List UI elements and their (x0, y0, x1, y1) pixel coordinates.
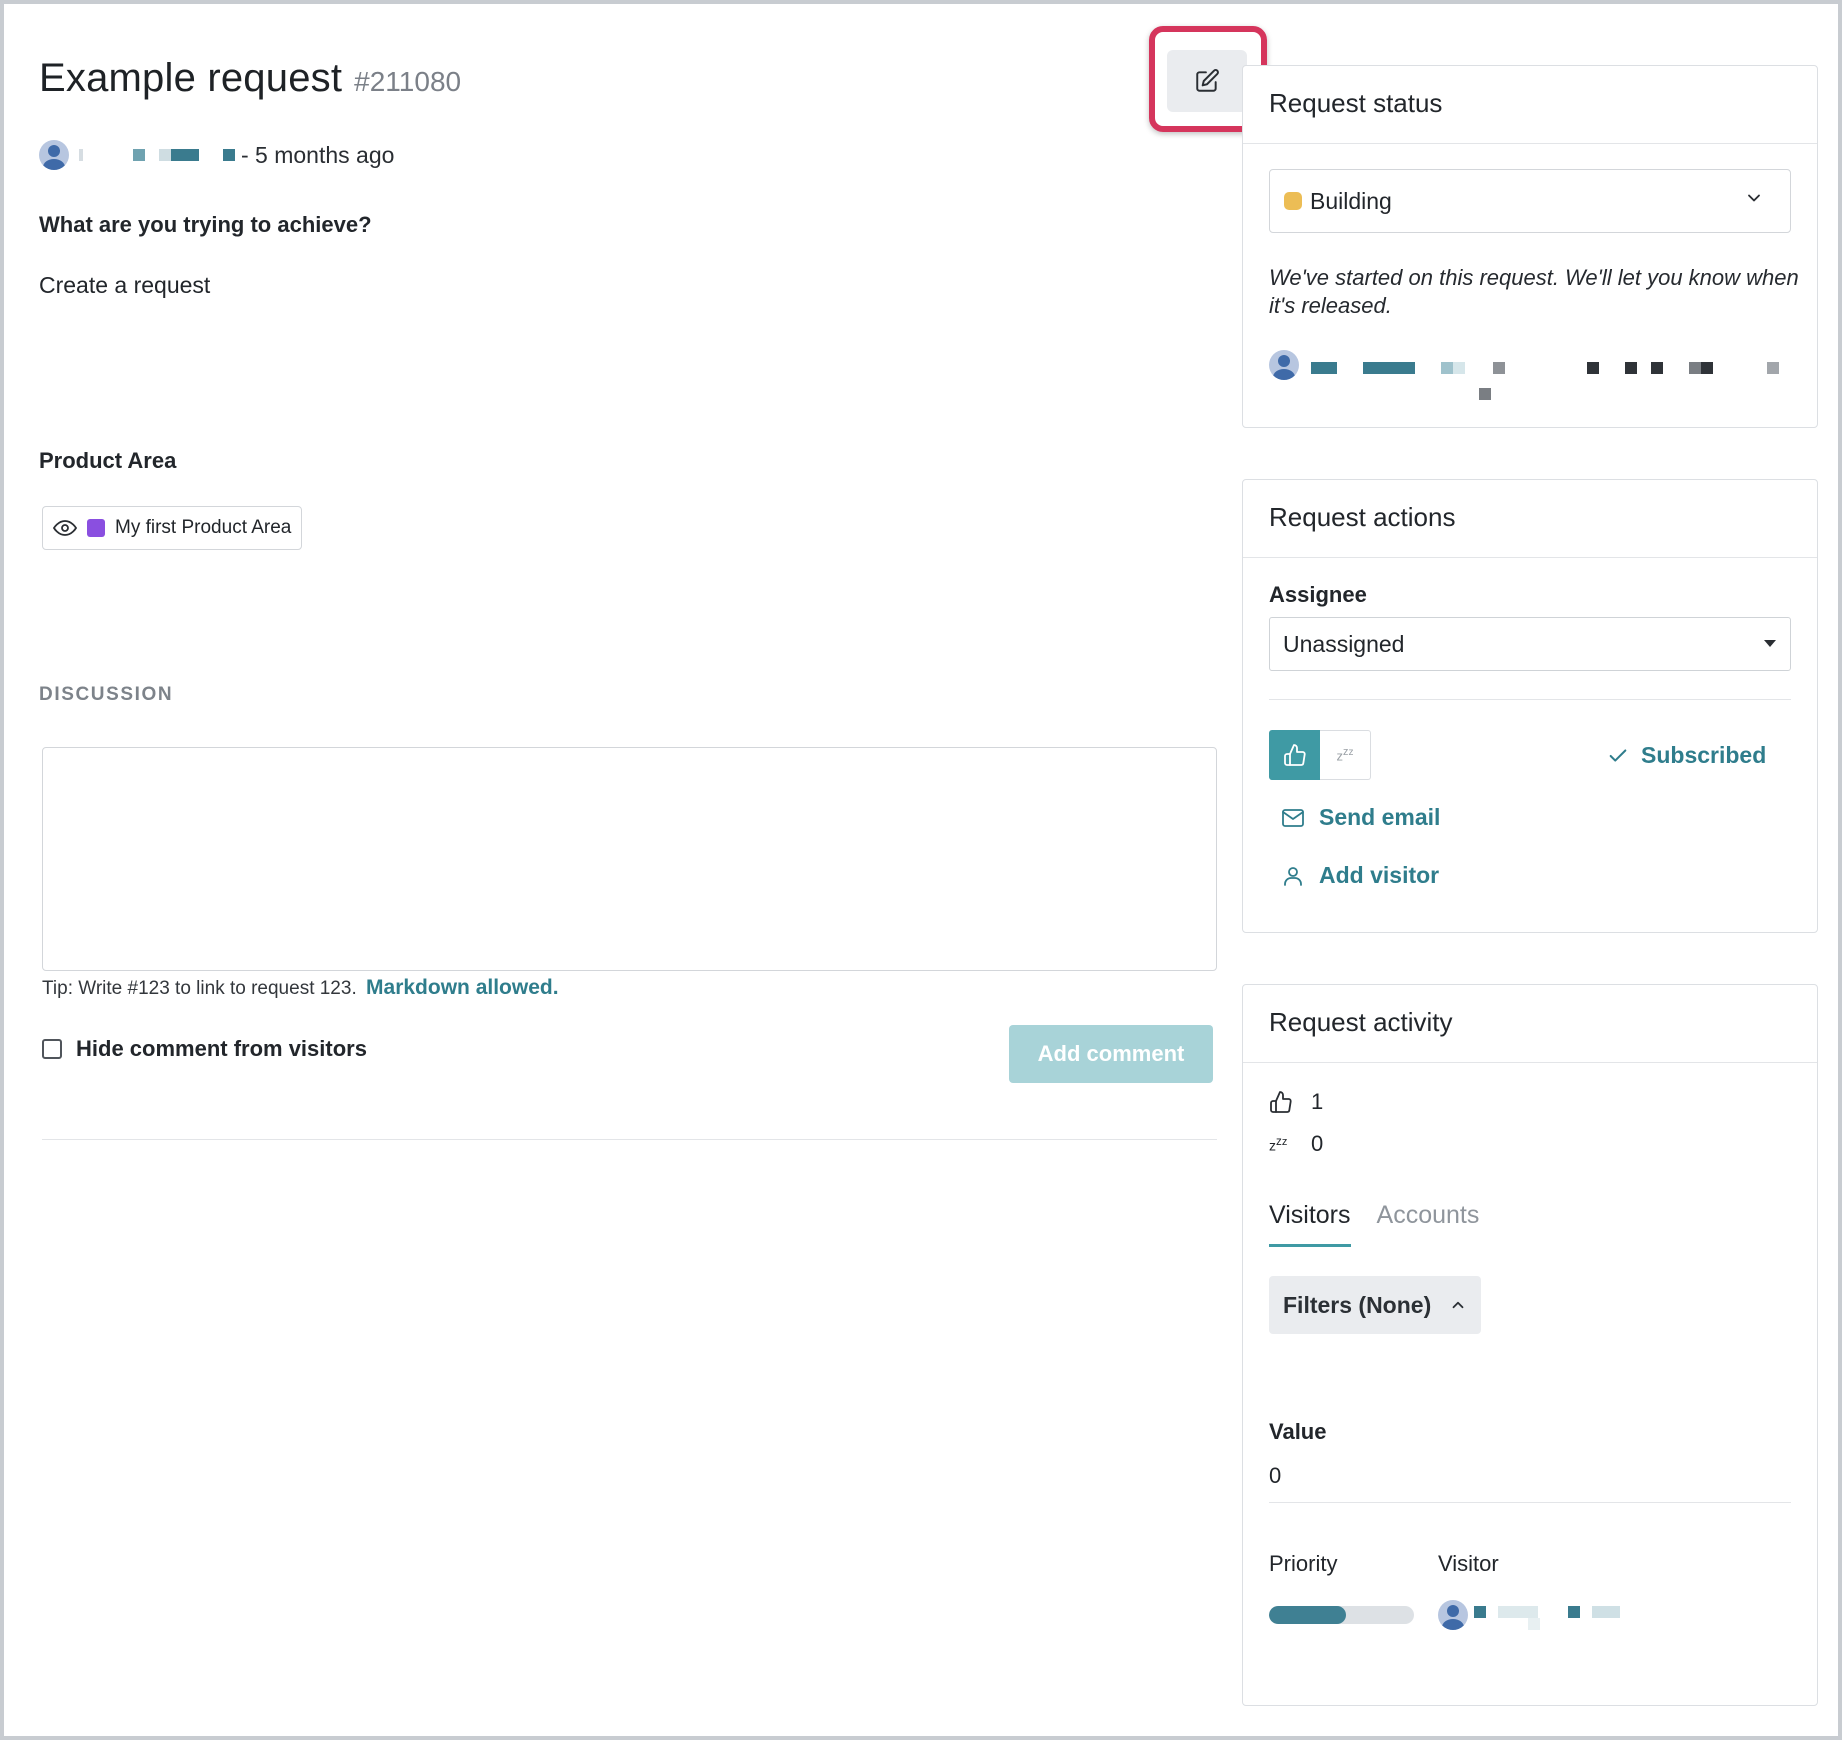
divider (1269, 699, 1791, 700)
filters-label: Filters (None) (1283, 1291, 1432, 1318)
eye-icon (53, 520, 77, 536)
divider (1269, 1502, 1791, 1503)
actions-card-title: Request actions (1243, 480, 1817, 558)
divider (42, 1139, 1217, 1140)
edit-request-button[interactable] (1167, 50, 1247, 112)
product-area-chip[interactable]: My first Product Area (42, 506, 303, 550)
page-title: Example request (39, 56, 343, 100)
request-actions-card: Request actions Assignee Unassigned zzz … (1242, 479, 1818, 933)
request-status-card: Request status Building We've started on… (1242, 65, 1818, 428)
status-value: Building (1310, 187, 1392, 214)
markdown-link[interactable]: Markdown allowed. (366, 976, 559, 999)
add-visitor-label: Add visitor (1319, 862, 1440, 888)
page: Example request #211080 - 5 months ago W… (4, 4, 1838, 1736)
visitor-avatar (1438, 1600, 1468, 1630)
question-label: What are you trying to achieve? (39, 212, 372, 237)
add-comment-button[interactable]: Add comment (1009, 1025, 1213, 1083)
product-area-name: My first Product Area (115, 517, 292, 538)
created-time: - 5 months ago (241, 141, 395, 168)
add-visitor-link[interactable]: Add visitor (1281, 862, 1439, 889)
activity-tabs: Visitors Accounts (1269, 1201, 1479, 1247)
snooze-icon: zzz (1336, 746, 1354, 764)
activity-card-title: Request activity (1243, 985, 1817, 1063)
edit-icon (1196, 69, 1219, 92)
hide-comment-row[interactable]: Hide comment from visitors (42, 1036, 367, 1062)
visitor-column-header: Visitor (1438, 1551, 1499, 1576)
caret-down-icon (1764, 640, 1776, 647)
snooze-icon: zzz (1269, 1134, 1288, 1154)
snooze-button[interactable]: zzz (1320, 730, 1371, 780)
comment-input[interactable] (42, 747, 1217, 971)
chevron-down-icon (1748, 194, 1760, 202)
filters-button[interactable]: Filters (None) (1269, 1276, 1482, 1334)
assignee-value: Unassigned (1283, 630, 1405, 657)
priority-column-header: Priority (1269, 1551, 1338, 1576)
thumbs-up-icon (1283, 744, 1306, 766)
priority-bar-fill (1269, 1606, 1346, 1624)
hide-comment-label: Hide comment from visitors (76, 1036, 367, 1061)
snooze-count: 0 (1311, 1131, 1324, 1156)
product-area-label: Product Area (39, 448, 177, 473)
request-number: #211080 (354, 66, 462, 97)
author-row: - 5 months ago (39, 140, 394, 170)
status-avatar (1269, 350, 1299, 380)
status-color-dot (1284, 192, 1302, 210)
assignee-select[interactable]: Unassigned (1269, 617, 1791, 671)
author-name-redacted (79, 149, 235, 161)
chevron-up-icon (1452, 1301, 1464, 1309)
comment-tip: Tip: Write #123 to link to request 123. … (42, 976, 559, 1000)
tab-accounts[interactable]: Accounts (1377, 1201, 1480, 1247)
status-changed-by-redacted (1269, 350, 1799, 410)
upvote-count-row: 1 (1269, 1089, 1323, 1115)
status-dropdown[interactable]: Building (1269, 169, 1791, 233)
visitor-cell[interactable] (1438, 1600, 1624, 1630)
hide-comment-checkbox[interactable] (42, 1039, 62, 1059)
snooze-count-row: zzz 0 (1269, 1131, 1323, 1157)
status-card-title: Request status (1243, 66, 1817, 144)
check-icon (1609, 748, 1627, 762)
value-number: 0 (1269, 1463, 1282, 1488)
visitor-name-redacted (1474, 1600, 1624, 1630)
product-area-swatch (87, 519, 105, 537)
vote-group: zzz (1269, 730, 1371, 780)
assignee-label: Assignee (1269, 582, 1367, 607)
status-description: We've started on this request. We'll let… (1269, 265, 1799, 318)
priority-bar (1269, 1606, 1414, 1624)
discussion-label: DISCUSSION (39, 684, 174, 705)
subscribed-toggle[interactable]: Subscribed (1607, 742, 1766, 769)
mail-icon (1282, 808, 1304, 827)
thumbs-up-icon (1270, 1091, 1292, 1113)
upvote-count: 1 (1311, 1089, 1324, 1114)
tab-visitors[interactable]: Visitors (1269, 1201, 1351, 1247)
title-row: Example request #211080 (39, 56, 461, 101)
subscribed-label: Subscribed (1641, 742, 1767, 768)
tip-text: Tip: Write #123 to link to request 123. (42, 978, 357, 999)
value-label: Value (1269, 1419, 1327, 1444)
user-icon (1284, 866, 1302, 886)
request-activity-card: Request activity 1 zzz 0 Visitors Accoun… (1242, 984, 1818, 1706)
question-answer: Create a request (39, 272, 211, 298)
upvote-button[interactable] (1269, 730, 1320, 780)
send-email-label: Send email (1319, 804, 1441, 830)
author-avatar (39, 140, 69, 170)
send-email-link[interactable]: Send email (1281, 804, 1440, 831)
